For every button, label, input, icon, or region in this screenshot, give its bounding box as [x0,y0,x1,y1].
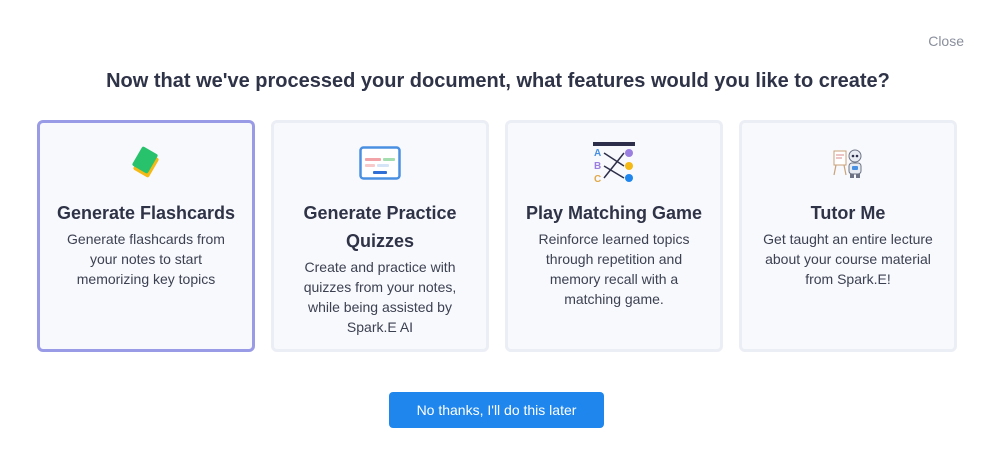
feature-card-quizzes[interactable]: Generate Practice Quizzes Create and pra… [271,120,489,352]
quiz-icon [358,143,402,183]
flashcards-icon [124,143,168,183]
feature-title: Play Matching Game [525,203,703,223]
matching-letter-a: A [594,148,601,159]
matching-letter-b: B [594,161,601,172]
skip-button[interactable]: No thanks, I'll do this later [389,392,604,428]
feature-description: Create and practice with quizzes from yo… [303,259,457,335]
feature-title: Generate Flashcards [56,203,236,223]
feature-title: Tutor Me [810,203,886,223]
feature-card-flashcards[interactable]: Generate Flashcards Generate flashcards … [37,120,255,352]
feature-card-matching[interactable]: A B C Play Matching Game Reinforce learn… [505,120,723,352]
matching-game-icon: A B C [592,142,636,184]
feature-description: Get taught an entire lecture about your … [763,231,933,287]
feature-card-list: Generate Flashcards Generate flashcards … [37,120,957,352]
feature-card-tutor[interactable]: Tutor Me Get taught an entire lecture ab… [739,120,957,352]
feature-title: Generate Practice Quizzes [303,203,457,251]
matching-letter-c: C [594,174,601,184]
close-button[interactable]: Close [928,33,964,49]
tutor-robot-icon [826,143,870,183]
dialog-heading: Now that we've processed your document, … [106,70,890,92]
feature-description: Reinforce learned topics through repetit… [538,231,690,307]
feature-description: Generate flashcards from your notes to s… [67,231,225,287]
